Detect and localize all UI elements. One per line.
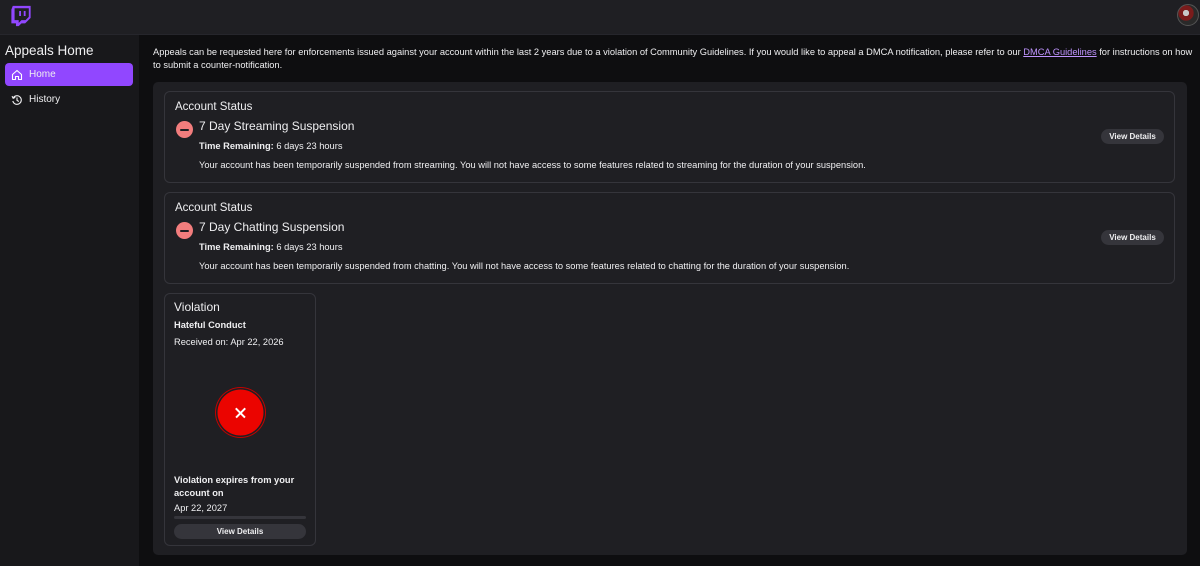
violation-expires-label: Violation expires from your account on bbox=[174, 475, 295, 498]
suspension-title: 7 Day Streaming Suspension bbox=[199, 119, 355, 133]
sidebar-item-history[interactable]: History bbox=[5, 88, 133, 111]
user-avatar[interactable] bbox=[1177, 4, 1199, 26]
minus-circle-icon bbox=[176, 222, 193, 239]
history-icon bbox=[11, 94, 22, 105]
dmca-guidelines-link[interactable]: DMCA Guidelines bbox=[1023, 47, 1096, 57]
violation-progress-bar bbox=[174, 516, 306, 519]
sidebar-item-label: History bbox=[29, 94, 61, 105]
card-heading: Account Status bbox=[175, 101, 253, 113]
time-remaining: Time Remaining: 6 days 23 hours bbox=[199, 141, 343, 151]
violation-type: Hateful Conduct bbox=[174, 320, 246, 330]
suspension-description: Your account has been temporarily suspen… bbox=[199, 160, 866, 170]
x-circle-icon bbox=[219, 391, 262, 434]
intro-text: Appeals can be requested here for enforc… bbox=[153, 47, 1193, 70]
minus-circle-icon bbox=[176, 121, 193, 138]
streaming-suspension-card: Account Status 7 Day Streaming Suspensio… bbox=[164, 91, 1175, 183]
twitch-logo-icon[interactable] bbox=[10, 5, 32, 27]
time-remaining: Time Remaining: 6 days 23 hours bbox=[199, 242, 343, 252]
sidebar: Appeals Home Home History bbox=[0, 35, 139, 566]
view-details-button[interactable]: View Details bbox=[1101, 230, 1164, 245]
card-heading: Account Status bbox=[175, 202, 253, 214]
violation-received-date: Received on: Apr 22, 2026 bbox=[174, 337, 284, 347]
violation-expires-date: Apr 22, 2027 bbox=[174, 503, 228, 513]
sidebar-item-label: Home bbox=[29, 69, 56, 80]
chatting-suspension-card: Account Status 7 Day Chatting Suspension… bbox=[164, 192, 1175, 284]
suspension-title: 7 Day Chatting Suspension bbox=[199, 220, 345, 234]
violation-view-details-button[interactable]: View Details bbox=[174, 524, 306, 539]
main-content: Appeals can be requested here for enforc… bbox=[139, 35, 1200, 566]
top-nav-bar bbox=[0, 0, 1200, 35]
violation-title: Violation bbox=[174, 300, 220, 314]
violation-card: Violation Hateful Conduct Received on: A… bbox=[164, 293, 316, 546]
sidebar-item-home[interactable]: Home bbox=[5, 63, 133, 86]
sidebar-title: Appeals Home bbox=[5, 43, 94, 58]
suspension-description: Your account has been temporarily suspen… bbox=[199, 261, 850, 271]
enforcements-panel: Account Status 7 Day Streaming Suspensio… bbox=[153, 82, 1187, 555]
home-icon bbox=[11, 69, 23, 80]
view-details-button[interactable]: View Details bbox=[1101, 129, 1164, 144]
